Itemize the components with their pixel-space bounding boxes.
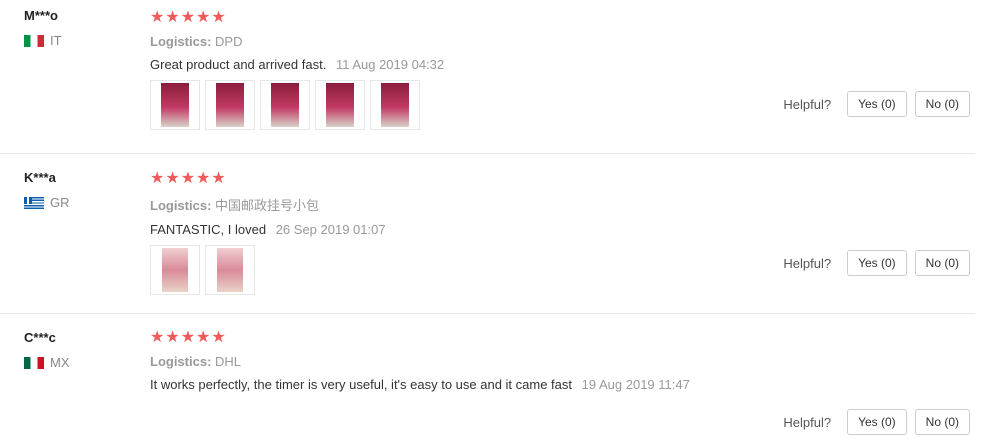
logistics-value: 中国邮政挂号小包	[215, 198, 320, 213]
helpful-votes: Helpful? Yes (0) No (0)	[783, 91, 970, 117]
review-photo-thumbnail[interactable]	[260, 80, 310, 130]
review-photo-thumbnail[interactable]	[205, 80, 255, 130]
review-text: Great product and arrived fast.	[150, 57, 327, 72]
review-photo-thumbnail[interactable]	[205, 245, 255, 295]
logistics-info: Logistics: DHL	[150, 354, 690, 369]
review-content: ★★★★★ Logistics: DHL It works perfectly,…	[150, 329, 690, 393]
review-content: ★★★★★ Logistics: 中国邮政挂号小包 FANTASTIC, I l…	[150, 171, 386, 295]
helpful-no-button[interactable]: No (0)	[914, 409, 970, 435]
country-code: IT	[50, 33, 62, 48]
logistics-label: Logistics:	[150, 354, 212, 369]
helpful-votes: Helpful? Yes (0) No (0)	[783, 409, 970, 435]
star-rating: ★★★★★	[150, 9, 227, 26]
logistics-label: Logistics:	[150, 198, 212, 213]
reviewer-country: MX	[24, 355, 70, 370]
reviewer-name: M***o	[24, 8, 58, 23]
star-rating: ★★★★★	[150, 170, 227, 187]
reviewer-country: GR	[24, 195, 70, 210]
helpful-votes: Helpful? Yes (0) No (0)	[783, 250, 970, 276]
country-code: MX	[50, 355, 70, 370]
review-text-line: Great product and arrived fast. 11 Aug 2…	[150, 57, 444, 72]
logistics-info: Logistics: DPD	[150, 34, 444, 49]
helpful-yes-button[interactable]: Yes (0)	[847, 91, 907, 117]
review-content: ★★★★★ Logistics: DPD Great product and a…	[150, 10, 444, 130]
review-photo-thumbnail[interactable]	[150, 80, 200, 130]
reviewer-name: K***a	[24, 170, 56, 185]
review-photo-thumbnail[interactable]	[150, 245, 200, 295]
review-photos	[150, 245, 386, 295]
helpful-label: Helpful?	[783, 414, 832, 430]
reviewer-info: C***c MX	[24, 330, 70, 370]
reviewer-info: K***a GR	[24, 170, 70, 210]
reviewer-country: IT	[24, 33, 62, 48]
review-photo-thumbnail[interactable]	[370, 80, 420, 130]
greece-flag-icon	[24, 196, 44, 209]
helpful-label: Helpful?	[783, 96, 832, 112]
star-rating: ★★★★★	[150, 329, 227, 346]
logistics-value: DHL	[215, 354, 242, 369]
logistics-info: Logistics: 中国邮政挂号小包	[150, 195, 386, 214]
review-photo-thumbnail[interactable]	[315, 80, 365, 130]
reviewer-info: M***o IT	[24, 8, 62, 48]
review-item: K***a GR ★★★★★ Logistics: 中国邮政挂号小包 FANTA…	[0, 154, 975, 314]
review-date: 19 Aug 2019 11:47	[581, 377, 690, 392]
helpful-no-button[interactable]: No (0)	[914, 250, 970, 276]
review-text: It works perfectly, the timer is very us…	[150, 377, 573, 392]
reviewer-name: C***c	[24, 330, 56, 345]
review-item: M***o IT ★★★★★ Logistics: DPD Great prod…	[0, 0, 975, 154]
review-date: 11 Aug 2019 04:32	[335, 57, 445, 72]
review-text: FANTASTIC, I loved	[150, 222, 267, 237]
logistics-label: Logistics:	[150, 34, 212, 49]
review-item: C***c MX ★★★★★ Logistics: DHL It works p…	[0, 314, 975, 440]
helpful-no-button[interactable]: No (0)	[914, 91, 970, 117]
helpful-yes-button[interactable]: Yes (0)	[847, 409, 907, 435]
review-text-line: FANTASTIC, I loved 26 Sep 2019 01:07	[150, 222, 386, 237]
logistics-value: DPD	[215, 34, 243, 49]
mexico-flag-icon	[24, 356, 44, 369]
helpful-label: Helpful?	[783, 255, 832, 271]
country-code: GR	[50, 195, 70, 210]
helpful-yes-button[interactable]: Yes (0)	[847, 250, 907, 276]
italy-flag-icon	[24, 34, 44, 47]
review-photos	[150, 80, 444, 130]
review-date: 26 Sep 2019 01:07	[275, 222, 386, 237]
review-text-line: It works perfectly, the timer is very us…	[150, 377, 690, 392]
